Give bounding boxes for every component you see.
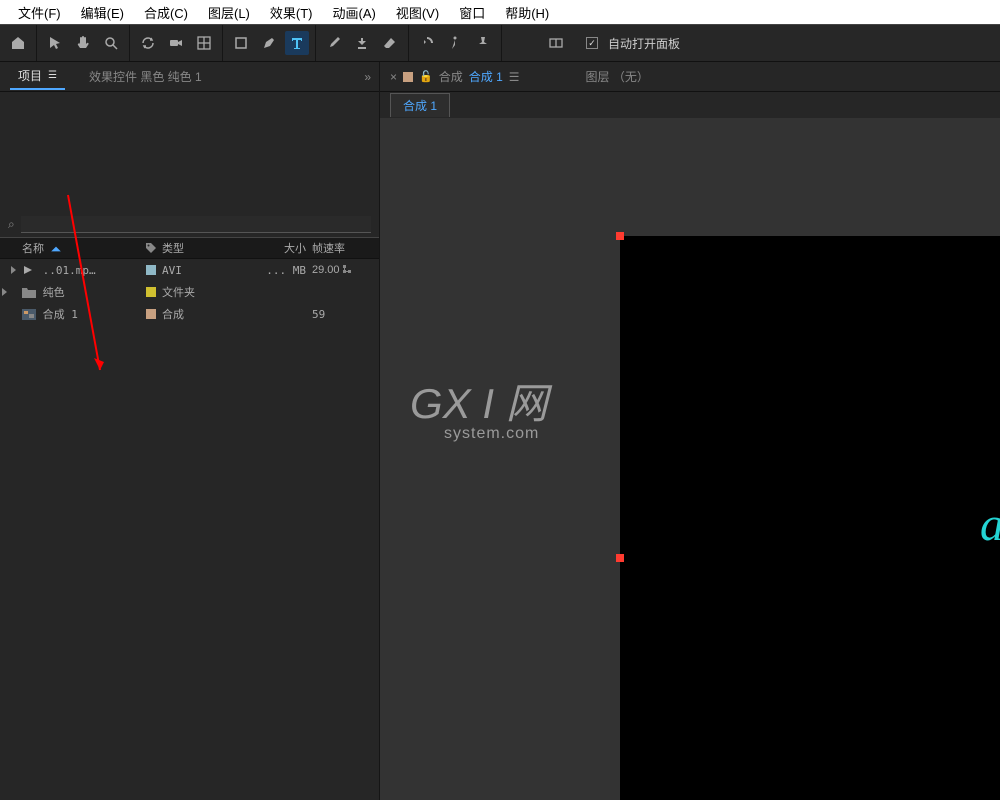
twirl-icon[interactable] bbox=[2, 288, 7, 296]
label-swatch[interactable] bbox=[146, 287, 156, 297]
orbit-tool[interactable] bbox=[136, 31, 160, 55]
rect-tool[interactable] bbox=[229, 31, 253, 55]
project-panel: 项目 ☰ 效果控件 黑色 纯色 1 » ⌕ 名称 类型 大小 帧速率 bbox=[0, 62, 380, 800]
toolbar: ✓ 自动打开面板 bbox=[0, 24, 1000, 62]
menu-view[interactable]: 视图(V) bbox=[386, 1, 449, 24]
menu-edit[interactable]: 编辑(E) bbox=[71, 1, 134, 24]
layer-tab-label[interactable]: 图层 （无） bbox=[586, 68, 649, 85]
project-item-row[interactable]: 纯色 文件夹 bbox=[0, 281, 379, 303]
transform-handle[interactable] bbox=[616, 554, 624, 562]
col-size-header: 大小 bbox=[258, 240, 312, 256]
selection-tool[interactable] bbox=[43, 31, 67, 55]
layer-color-swatch bbox=[73, 72, 83, 82]
panel-menu-button[interactable]: » bbox=[364, 70, 371, 84]
project-items-list[interactable]: ..01.mp… AVI ... MB 29.00 纯色 文件夹 合成 1 合成… bbox=[0, 259, 379, 325]
menu-window[interactable]: 窗口 bbox=[449, 1, 495, 24]
project-item-row[interactable]: ..01.mp… AVI ... MB 29.00 bbox=[0, 259, 379, 281]
zoom-tool[interactable] bbox=[99, 31, 123, 55]
menu-bar: 文件(F) 编辑(E) 合成(C) 图层(L) 效果(T) 动画(A) 视图(V… bbox=[0, 0, 1000, 24]
pen-tool[interactable] bbox=[257, 31, 281, 55]
menu-animation[interactable]: 动画(A) bbox=[323, 1, 386, 24]
menu-layer[interactable]: 图层(L) bbox=[198, 1, 260, 24]
menu-file[interactable]: 文件(F) bbox=[8, 1, 71, 24]
brush-tool[interactable] bbox=[322, 31, 346, 55]
watermark: GX I 网 system.com bbox=[410, 370, 548, 443]
canvas-text-layer[interactable]: a bbox=[980, 497, 1000, 552]
col-fps-header: 帧速率 bbox=[312, 240, 364, 256]
col-type-header: 类型 bbox=[162, 240, 258, 256]
composition-canvas[interactable]: a bbox=[620, 236, 1000, 800]
comp-tab-name[interactable]: 合成 1 bbox=[469, 68, 503, 85]
comp-flowchart-tab[interactable]: 合成 1 bbox=[390, 93, 450, 117]
label-swatch[interactable] bbox=[146, 309, 156, 319]
composition-viewer[interactable]: a bbox=[380, 118, 1000, 800]
project-preview-area bbox=[0, 92, 379, 212]
menu-effect[interactable]: 效果(T) bbox=[260, 1, 323, 24]
close-icon[interactable]: × bbox=[390, 70, 397, 84]
label-swatch[interactable] bbox=[146, 265, 156, 275]
folder-icon bbox=[22, 287, 36, 298]
col-label-header[interactable] bbox=[140, 242, 162, 254]
comp-swatch bbox=[403, 72, 413, 82]
comp-icon bbox=[22, 309, 36, 320]
col-name-header: 名称 bbox=[22, 240, 44, 256]
menu-composition[interactable]: 合成(C) bbox=[134, 1, 198, 24]
type-tool[interactable] bbox=[285, 31, 309, 55]
search-icon: ⌕ bbox=[8, 217, 15, 232]
menu-help[interactable]: 帮助(H) bbox=[495, 1, 559, 24]
panel-menu-icon[interactable]: ☰ bbox=[509, 70, 520, 84]
roto-tool[interactable] bbox=[415, 31, 439, 55]
lock-icon[interactable]: 🔓 bbox=[419, 70, 433, 83]
hand-tool[interactable] bbox=[71, 31, 95, 55]
fps-indicator-icon bbox=[343, 265, 353, 275]
project-search-input[interactable] bbox=[21, 216, 371, 233]
project-tab[interactable]: 项目 ☰ bbox=[10, 63, 65, 90]
clone-tool[interactable] bbox=[350, 31, 374, 55]
autopanel-label: 自动打开面板 bbox=[608, 35, 680, 52]
eraser-tool[interactable] bbox=[378, 31, 402, 55]
autopanel-checkbox[interactable]: ✓ bbox=[586, 37, 598, 49]
pan-behind-tool[interactable] bbox=[192, 31, 216, 55]
effect-controls-tab[interactable]: 效果控件 黑色 纯色 1 bbox=[65, 64, 210, 89]
project-columns-header[interactable]: 名称 类型 大小 帧速率 bbox=[0, 237, 379, 259]
sort-indicator-icon bbox=[50, 243, 60, 253]
home-button[interactable] bbox=[6, 31, 30, 55]
transform-handle[interactable] bbox=[616, 232, 624, 240]
project-item-row[interactable]: 合成 1 合成 59 bbox=[0, 303, 379, 325]
camera-tool[interactable] bbox=[164, 31, 188, 55]
twirl-icon[interactable] bbox=[11, 266, 16, 274]
snapping-toggle[interactable] bbox=[544, 31, 568, 55]
comp-tab-prefix: 合成 bbox=[439, 68, 463, 85]
pin-tool[interactable] bbox=[471, 31, 495, 55]
puppet-tool[interactable] bbox=[443, 31, 467, 55]
